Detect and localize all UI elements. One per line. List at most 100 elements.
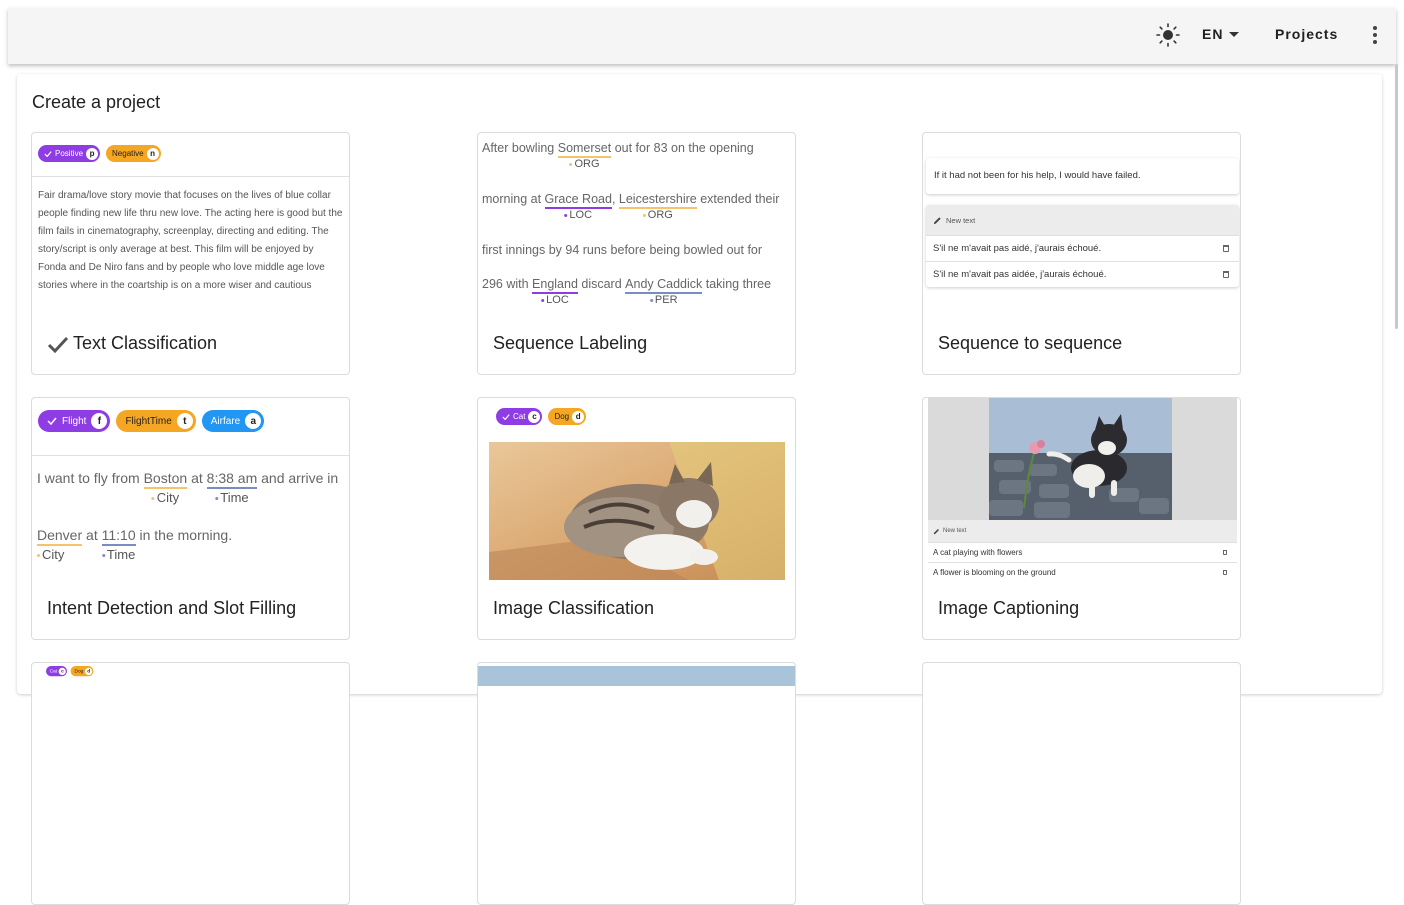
delete-icon bbox=[1223, 271, 1229, 278]
caret-down-icon bbox=[1229, 31, 1240, 37]
chip-text: Dog bbox=[554, 412, 570, 421]
card-text-classification[interactable]: Positive p Negative n Fair drama/love st… bbox=[31, 132, 350, 375]
label-chip-cat: Cat c bbox=[496, 408, 543, 425]
card-partial-2[interactable] bbox=[477, 662, 796, 905]
card-title: Sequence Labeling bbox=[493, 333, 648, 353]
entity-label-text: LOC bbox=[569, 209, 593, 221]
card-intent-detection[interactable]: Flight f FlightTime t Airfare a I want t… bbox=[31, 397, 350, 640]
card-sequence-labeling[interactable]: After bowling Somerset ORG out for 83 on … bbox=[477, 132, 796, 375]
entity-label-text: ORG bbox=[647, 209, 673, 221]
list-item: S'il ne m'avait pas aidée, j'aurais écho… bbox=[926, 261, 1239, 287]
entity-text: Denver bbox=[37, 527, 83, 543]
entity-time: 11:10 Time bbox=[101, 527, 136, 562]
scrollbar[interactable] bbox=[1395, 64, 1398, 329]
entity-label: Time bbox=[215, 490, 249, 505]
new-text-label: New text bbox=[946, 215, 976, 225]
chip-shortcut-key: a bbox=[245, 413, 262, 429]
list-item: A flower is blooming on the ground bbox=[928, 562, 1237, 582]
divider bbox=[32, 176, 349, 177]
text-span: , bbox=[611, 192, 619, 206]
entity-city: Denver City bbox=[37, 527, 83, 562]
entity-label: Time bbox=[101, 547, 136, 562]
target-list: New text S'il ne m'avait pas aidé, j'aur… bbox=[926, 205, 1239, 287]
entity-label-text: ORG bbox=[574, 158, 600, 170]
check-icon bbox=[47, 336, 69, 353]
new-text-header: New text bbox=[928, 520, 1237, 542]
chip-text: Cat bbox=[49, 668, 58, 674]
card-image-captioning[interactable]: New text A cat playing with flowers A fl… bbox=[922, 397, 1241, 640]
text-span: in the morning. bbox=[135, 527, 233, 543]
entity-text: Somerset bbox=[557, 141, 612, 155]
dots-vertical-icon[interactable] bbox=[1365, 24, 1385, 46]
entity-label-text: LOC bbox=[546, 294, 569, 306]
chip-text: Cat bbox=[513, 412, 526, 421]
projects-button[interactable]: Projects bbox=[1275, 26, 1338, 42]
sample-line: Denver City at 11:10 Time in the morning. bbox=[37, 527, 233, 562]
delete-icon bbox=[1223, 570, 1227, 575]
chip-shortcut-key: c bbox=[528, 410, 541, 423]
entity-label-text: PER bbox=[654, 294, 678, 306]
sample-review-text: Fair drama/love story movie that focuses… bbox=[38, 190, 343, 291]
text-span: at bbox=[187, 470, 207, 486]
entity-text: Grace Road bbox=[544, 192, 612, 206]
image-preview bbox=[478, 666, 795, 686]
entity-label-text: Time bbox=[106, 547, 136, 562]
label-chips: Positive p Negative n bbox=[38, 145, 161, 162]
entity-per: Andy Caddick PER bbox=[625, 277, 703, 306]
chip-text: FlightTime bbox=[125, 415, 172, 427]
entity-label: City bbox=[151, 490, 180, 505]
chip-shortcut-key: p bbox=[86, 147, 99, 160]
card-title: Text Classification bbox=[47, 333, 217, 354]
language-menu-button[interactable]: EN bbox=[1202, 26, 1240, 42]
chip-shortcut-key: t bbox=[176, 413, 193, 429]
card-sequence-to-sequence[interactable]: If it had not been for his help, I would… bbox=[922, 132, 1241, 375]
entity-label: LOC bbox=[541, 294, 569, 306]
sample-line: morning at Grace Road LOC, Leicestershire… bbox=[482, 192, 779, 221]
new-text-header: New text bbox=[926, 205, 1239, 235]
entity-time: 8:38 am Time bbox=[206, 470, 258, 505]
label-chip-airfare: Airfare a bbox=[201, 410, 265, 432]
delete-icon bbox=[1223, 245, 1229, 252]
label-chip-dog: Dog d bbox=[548, 408, 587, 425]
entity-loc: England LOC bbox=[532, 277, 578, 306]
entity-loc: Grace Road LOC bbox=[544, 192, 612, 221]
text-span: morning at bbox=[482, 192, 545, 206]
text-span: taking three bbox=[702, 277, 772, 291]
chip-text: Positive bbox=[55, 149, 84, 158]
target-text: S'il ne m'avait pas aidé, j'aurais échou… bbox=[933, 243, 1102, 254]
card-partial-3[interactable] bbox=[922, 662, 1241, 905]
entity-text: 8:38 am bbox=[206, 470, 258, 486]
sample-line: After bowling Somerset ORG out for 83 on … bbox=[482, 141, 754, 170]
divider bbox=[32, 455, 349, 456]
entity-label-text: City bbox=[42, 547, 65, 562]
card-image-classification[interactable]: Cat c Dog d Image Classification bbox=[477, 397, 796, 640]
text-span: 296 with bbox=[482, 277, 533, 291]
sun-icon[interactable] bbox=[1155, 22, 1181, 48]
check-icon bbox=[47, 417, 57, 426]
entity-label: City bbox=[37, 547, 64, 562]
entity-label: PER bbox=[649, 294, 678, 306]
card-title: Image Classification bbox=[493, 598, 655, 618]
pencil-icon bbox=[933, 216, 941, 224]
entity-label: LOC bbox=[564, 209, 592, 221]
sample-line: first innings by 94 runs before being bo… bbox=[482, 243, 763, 257]
entity-label-text: Time bbox=[220, 490, 249, 505]
label-chip-flight: Flight f bbox=[38, 410, 111, 432]
text-span: and arrive in bbox=[257, 470, 339, 486]
check-icon bbox=[44, 150, 52, 157]
label-chip-negative: Negative n bbox=[106, 145, 161, 162]
entity-text: 11:10 bbox=[101, 527, 136, 543]
entity-org: Somerset ORG bbox=[557, 141, 612, 170]
label-chips: Cat c Dog d bbox=[496, 408, 587, 425]
text-span: After bowling bbox=[482, 141, 558, 155]
entity-text: England bbox=[532, 277, 578, 291]
list-item: A cat playing with flowers bbox=[928, 542, 1237, 562]
check-icon bbox=[502, 413, 510, 420]
label-chip-flighttime: FlightTime t bbox=[116, 410, 196, 432]
caption-text: A flower is blooming on the ground bbox=[933, 568, 1056, 577]
card-title: Sequence to sequence bbox=[938, 333, 1123, 353]
entity-label-text: City bbox=[156, 490, 180, 505]
card-partial-1[interactable]: Cat c Dog d bbox=[31, 662, 350, 905]
image-frame bbox=[928, 398, 1237, 520]
sample-line: I want to fly from Boston City at 8:38 am… bbox=[37, 470, 339, 505]
